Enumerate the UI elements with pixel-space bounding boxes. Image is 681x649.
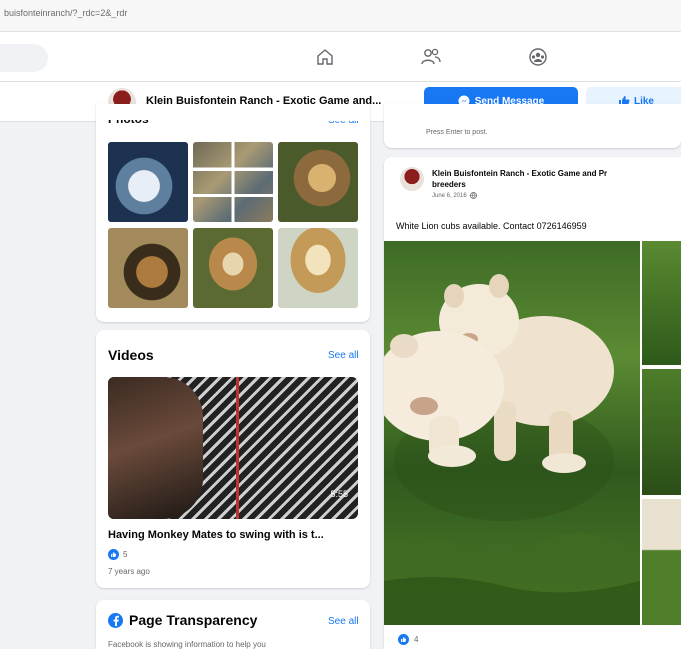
post-reaction-count: 4 [414,635,419,644]
photo-cheetah-cubs[interactable] [108,228,188,308]
post-author-avatar[interactable] [400,167,424,191]
home-icon[interactable] [312,44,338,70]
friends-icon[interactable] [418,44,444,70]
transparency-text: Facebook is showing information to help … [108,640,266,649]
videos-see-all-link[interactable]: See all [328,350,359,361]
composer-card: Press Enter to post. [384,104,681,148]
videos-title: Videos [108,347,154,363]
video-reaction-count: 5 [123,550,128,559]
video-age: 7 years ago [108,567,150,576]
lion-cubs-illustration [384,274,640,625]
post-photo-lion-cubs[interactable] [384,241,640,625]
transparency-see-all-link[interactable]: See all [328,616,359,627]
post-author-line1[interactable]: Klein Buisfontein Ranch - Exotic Game an… [432,169,607,178]
composer-hint: Press Enter to post. [426,129,488,136]
transparency-title: Page Transparency [129,612,258,628]
photo-collage[interactable] [193,142,273,222]
globe-icon [470,192,478,199]
video-reactions[interactable]: 5 [108,549,127,560]
video-duration: 5:55 [330,489,348,499]
post-photo-side-2[interactable] [642,369,681,495]
photos-see-all-link[interactable]: See all [328,121,359,126]
post-date[interactable]: June 6, 2016 · [432,193,470,199]
like-reaction-icon [108,549,119,560]
photo-leopard[interactable] [278,142,358,222]
video-caption[interactable]: Having Monkey Mates to swing with is t..… [108,529,324,541]
post-author-line2[interactable]: breeders [432,180,466,189]
post-photo-side-3[interactable] [642,499,681,625]
page-transparency-card: Page Transparency See all Facebook is sh… [96,600,370,649]
photo-cheetah-face[interactable] [193,228,273,308]
post-reactions[interactable]: 4 [398,634,418,645]
post-text: White Lion cubs available. Contact 07261… [396,221,587,231]
video-thumbnail[interactable]: 5:55 [108,377,358,519]
facebook-icon [108,613,123,628]
top-navigation [0,32,681,82]
photos-title: Photos [108,112,149,126]
post-meta: June 6, 2016 · [432,192,478,199]
search-input[interactable] [0,44,48,72]
photo-cheetah-portrait[interactable] [278,228,358,308]
url-text: buisfonteinranch/?_rdc=2&_rdr [4,8,128,18]
video-subject [108,377,203,519]
post-photo-side-1[interactable] [642,241,681,365]
address-bar[interactable]: buisfonteinranch/?_rdc=2&_rdr [0,0,681,32]
post-like-reaction-icon [398,634,409,645]
video-frame-bar [236,377,239,519]
photo-white-tiger[interactable] [108,142,188,222]
groups-icon[interactable] [525,44,551,70]
